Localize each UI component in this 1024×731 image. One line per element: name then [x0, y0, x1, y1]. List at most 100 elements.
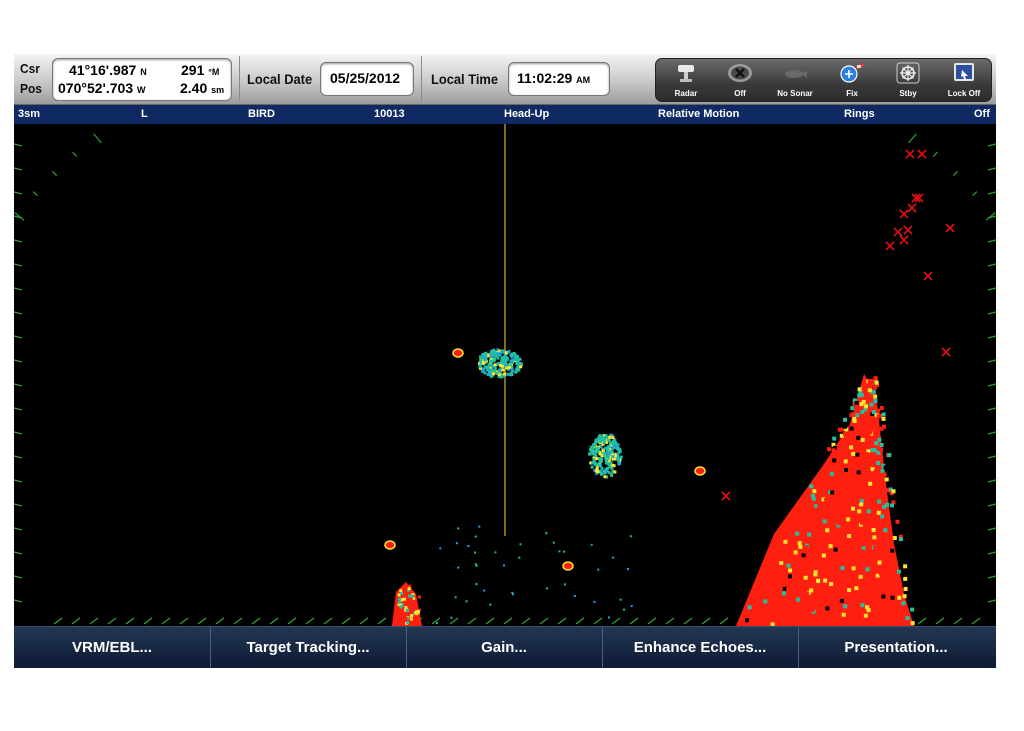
local-date-box[interactable]: 05/25/2012	[320, 62, 414, 96]
radar-picture[interactable]	[14, 124, 996, 626]
bearing-tick	[14, 311, 23, 315]
lock-off-button[interactable]: Lock Off	[938, 59, 990, 101]
echo-pixel	[457, 566, 460, 569]
echo-pixel	[450, 616, 453, 619]
standby-button[interactable]: Stby	[882, 59, 934, 101]
echo-pixel	[400, 616, 404, 619]
echo-pixel	[811, 493, 815, 498]
echo-pixel	[887, 453, 892, 458]
echo-pixel	[598, 460, 602, 464]
echo-pixel	[825, 528, 830, 533]
echo-pixel	[630, 605, 633, 608]
echo-pixel	[809, 484, 814, 489]
echo-pixel	[876, 414, 881, 419]
rings-value[interactable]: Off	[974, 108, 990, 120]
echo-pixel	[824, 475, 829, 480]
echo-pixel	[852, 416, 857, 421]
off-button[interactable]: Off	[714, 59, 766, 101]
enhance-echoes-softkey[interactable]: Enhance Echoes...	[602, 627, 799, 668]
echo-pixel	[874, 380, 879, 385]
touch-lock-icon	[938, 62, 990, 84]
bearing-tick	[359, 617, 369, 625]
echo-pixel	[474, 535, 477, 538]
bearing-tick	[179, 617, 189, 625]
echo-pixel	[873, 394, 878, 399]
bearing-tick	[611, 617, 621, 625]
echo-pixel	[804, 545, 809, 550]
echo-pixel	[896, 569, 901, 574]
echo-pixel	[489, 603, 492, 606]
echo-pixel	[409, 617, 413, 621]
echo-pixel	[629, 535, 632, 538]
echo-pixel	[490, 359, 493, 363]
vrm-ebl-softkey[interactable]: VRM/EBL...	[14, 627, 211, 668]
echo-pixel	[856, 435, 861, 440]
bearing-tick	[161, 617, 171, 625]
echo-pixel	[816, 521, 821, 526]
range-scale[interactable]: 3sm	[18, 108, 40, 120]
target-tracking-softkey[interactable]: Target Tracking...	[210, 627, 407, 668]
echo-pixel	[590, 543, 593, 546]
echo-pixel	[910, 621, 915, 626]
bearing-tick	[14, 527, 23, 531]
status-bar: Csr Pos 41°16'.987 N 070°52'.703 W 291 °…	[14, 54, 996, 105]
echo-pixel	[400, 592, 403, 595]
echo-pixel	[849, 445, 854, 450]
orientation-mode[interactable]: Head-Up	[504, 108, 549, 120]
echo-pixel	[821, 484, 826, 489]
echo-pixel	[479, 359, 483, 363]
radar-preset[interactable]: BIRD	[248, 108, 275, 120]
echo-pixel	[903, 587, 908, 591]
bearing-tick	[53, 617, 63, 625]
echo-pixel	[910, 607, 915, 612]
radar-display: Csr Pos 41°16'.987 N 070°52'.703 W 291 °…	[14, 54, 996, 668]
no-sonar-button[interactable]: No Sonar	[769, 59, 821, 101]
bearing-tick	[917, 617, 927, 625]
cursor-range: 2.40	[180, 80, 208, 96]
echo-pixel	[876, 461, 881, 465]
echo-pixel	[895, 519, 900, 524]
echo-pixel	[623, 608, 626, 611]
echo-pixel	[837, 521, 842, 526]
echo-pixel	[854, 466, 859, 471]
echo-pixel	[825, 513, 830, 518]
echo-pixel	[840, 498, 845, 503]
bearing-tick	[972, 191, 978, 197]
echo-pixel	[891, 489, 896, 494]
presentation-softkey[interactable]: Presentation...	[798, 627, 994, 668]
echo-pixel	[857, 424, 862, 428]
bearing-tick	[14, 167, 23, 171]
preset-value: 10013	[374, 108, 405, 120]
echo-pixel	[816, 578, 821, 583]
echo-pixel	[798, 544, 803, 549]
echo-pixel	[783, 552, 788, 557]
echo-pixel	[493, 363, 497, 367]
local-time-ampm: AM	[576, 75, 591, 85]
standby-button-label: Stby	[899, 89, 917, 98]
radar-button[interactable]: Radar	[660, 59, 712, 101]
echo-pixel	[851, 506, 855, 511]
fix-button[interactable]: Fix	[826, 59, 878, 101]
echo-pixel	[882, 424, 886, 429]
bearing-tick	[32, 191, 38, 197]
echo-pixel	[487, 362, 491, 366]
echo-pixel	[590, 465, 594, 469]
echo-pixel	[890, 548, 895, 553]
echo-pixel	[868, 531, 873, 536]
gain-softkey[interactable]: Gain...	[406, 627, 603, 668]
bearing-unit: °M	[208, 67, 220, 77]
echo-pixel	[593, 444, 597, 448]
echo-pixel	[849, 413, 854, 418]
echo-pixel	[801, 553, 806, 558]
cursor-position-box[interactable]: 41°16'.987 N 070°52'.703 W 291 °M 2.40 s…	[52, 58, 232, 101]
bearing-tick	[14, 455, 23, 459]
echo-pixel	[867, 380, 872, 385]
bearing-tick	[14, 551, 23, 555]
motion-mode[interactable]: Relative Motion	[658, 108, 739, 120]
helm-wheel-icon	[882, 62, 934, 84]
local-time-box[interactable]: 11:02:29 AM	[508, 62, 610, 96]
echo-pixel	[599, 472, 603, 476]
echo-pixel	[863, 613, 868, 618]
echo-pixel	[417, 595, 421, 599]
echo-pixel	[484, 358, 488, 362]
